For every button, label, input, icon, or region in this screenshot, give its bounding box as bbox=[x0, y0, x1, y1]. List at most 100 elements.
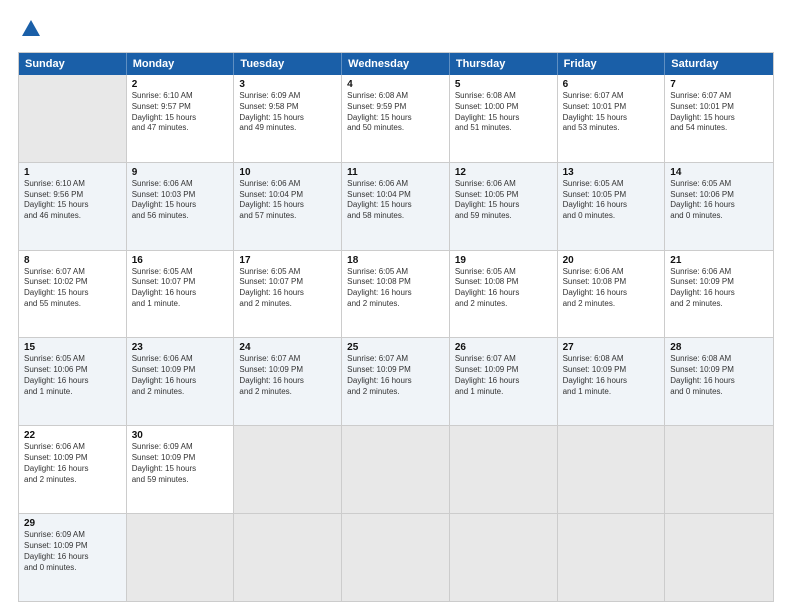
day-cell-3: 3Sunrise: 6:09 AMSunset: 9:58 PMDaylight… bbox=[234, 75, 342, 162]
calendar-week-5: 29Sunrise: 6:09 AMSunset: 10:09 PMDaylig… bbox=[19, 514, 773, 601]
day-cell-15: 15Sunrise: 6:05 AMSunset: 10:06 PMDaylig… bbox=[19, 338, 127, 425]
day-info: Sunrise: 6:09 AMSunset: 10:09 PMDaylight… bbox=[24, 530, 121, 573]
day-number: 16 bbox=[132, 255, 229, 266]
day-cell-20: 20Sunrise: 6:06 AMSunset: 10:08 PMDaylig… bbox=[558, 251, 666, 338]
calendar-week-1: 1Sunrise: 6:10 AMSunset: 9:56 PMDaylight… bbox=[19, 163, 773, 251]
day-info: Sunrise: 6:05 AMSunset: 10:05 PMDaylight… bbox=[563, 179, 660, 222]
day-cell-25: 25Sunrise: 6:07 AMSunset: 10:09 PMDaylig… bbox=[342, 338, 450, 425]
day-info: Sunrise: 6:06 AMSunset: 10:08 PMDaylight… bbox=[563, 267, 660, 310]
day-cell-23: 23Sunrise: 6:06 AMSunset: 10:09 PMDaylig… bbox=[127, 338, 235, 425]
calendar-body: 2Sunrise: 6:10 AMSunset: 9:57 PMDaylight… bbox=[19, 75, 773, 601]
empty-cell bbox=[558, 514, 666, 601]
day-info: Sunrise: 6:07 AMSunset: 10:01 PMDaylight… bbox=[563, 91, 660, 134]
empty-cell bbox=[127, 514, 235, 601]
calendar-week-4: 22Sunrise: 6:06 AMSunset: 10:09 PMDaylig… bbox=[19, 426, 773, 514]
day-number: 5 bbox=[455, 79, 552, 90]
day-number: 2 bbox=[132, 79, 229, 90]
calendar-header: SundayMondayTuesdayWednesdayThursdayFrid… bbox=[19, 53, 773, 75]
day-number: 11 bbox=[347, 167, 444, 178]
day-number: 24 bbox=[239, 342, 336, 353]
empty-cell bbox=[558, 426, 666, 513]
day-number: 23 bbox=[132, 342, 229, 353]
calendar-week-2: 8Sunrise: 6:07 AMSunset: 10:02 PMDayligh… bbox=[19, 251, 773, 339]
day-info: Sunrise: 6:05 AMSunset: 10:08 PMDaylight… bbox=[455, 267, 552, 310]
day-info: Sunrise: 6:05 AMSunset: 10:07 PMDaylight… bbox=[239, 267, 336, 310]
empty-cell bbox=[665, 426, 773, 513]
calendar-week-0: 2Sunrise: 6:10 AMSunset: 9:57 PMDaylight… bbox=[19, 75, 773, 163]
header-day-thursday: Thursday bbox=[450, 53, 558, 75]
day-cell-5: 5Sunrise: 6:08 AMSunset: 10:00 PMDayligh… bbox=[450, 75, 558, 162]
empty-cell bbox=[19, 75, 127, 162]
day-cell-29: 29Sunrise: 6:09 AMSunset: 10:09 PMDaylig… bbox=[19, 514, 127, 601]
header-day-sunday: Sunday bbox=[19, 53, 127, 75]
day-number: 30 bbox=[132, 430, 229, 441]
logo bbox=[18, 18, 42, 42]
day-cell-11: 11Sunrise: 6:06 AMSunset: 10:04 PMDaylig… bbox=[342, 163, 450, 250]
day-cell-16: 16Sunrise: 6:05 AMSunset: 10:07 PMDaylig… bbox=[127, 251, 235, 338]
day-number: 6 bbox=[563, 79, 660, 90]
empty-cell bbox=[450, 426, 558, 513]
day-number: 14 bbox=[670, 167, 768, 178]
calendar-week-3: 15Sunrise: 6:05 AMSunset: 10:06 PMDaylig… bbox=[19, 338, 773, 426]
day-number: 4 bbox=[347, 79, 444, 90]
empty-cell bbox=[342, 426, 450, 513]
day-info: Sunrise: 6:08 AMSunset: 10:09 PMDaylight… bbox=[670, 354, 768, 397]
day-cell-30: 30Sunrise: 6:09 AMSunset: 10:09 PMDaylig… bbox=[127, 426, 235, 513]
day-info: Sunrise: 6:08 AMSunset: 10:09 PMDaylight… bbox=[563, 354, 660, 397]
day-cell-13: 13Sunrise: 6:05 AMSunset: 10:05 PMDaylig… bbox=[558, 163, 666, 250]
day-info: Sunrise: 6:07 AMSunset: 10:09 PMDaylight… bbox=[239, 354, 336, 397]
day-info: Sunrise: 6:06 AMSunset: 10:04 PMDaylight… bbox=[239, 179, 336, 222]
day-info: Sunrise: 6:07 AMSunset: 10:09 PMDaylight… bbox=[347, 354, 444, 397]
day-cell-24: 24Sunrise: 6:07 AMSunset: 10:09 PMDaylig… bbox=[234, 338, 342, 425]
day-info: Sunrise: 6:10 AMSunset: 9:57 PMDaylight:… bbox=[132, 91, 229, 134]
day-info: Sunrise: 6:07 AMSunset: 10:09 PMDaylight… bbox=[455, 354, 552, 397]
day-info: Sunrise: 6:09 AMSunset: 10:09 PMDaylight… bbox=[132, 442, 229, 485]
day-cell-21: 21Sunrise: 6:06 AMSunset: 10:09 PMDaylig… bbox=[665, 251, 773, 338]
day-cell-12: 12Sunrise: 6:06 AMSunset: 10:05 PMDaylig… bbox=[450, 163, 558, 250]
day-cell-26: 26Sunrise: 6:07 AMSunset: 10:09 PMDaylig… bbox=[450, 338, 558, 425]
day-number: 15 bbox=[24, 342, 121, 353]
day-number: 1 bbox=[24, 167, 121, 178]
day-info: Sunrise: 6:07 AMSunset: 10:01 PMDaylight… bbox=[670, 91, 768, 134]
day-number: 7 bbox=[670, 79, 768, 90]
day-info: Sunrise: 6:06 AMSunset: 10:05 PMDaylight… bbox=[455, 179, 552, 222]
day-info: Sunrise: 6:06 AMSunset: 10:04 PMDaylight… bbox=[347, 179, 444, 222]
day-number: 10 bbox=[239, 167, 336, 178]
day-info: Sunrise: 6:05 AMSunset: 10:08 PMDaylight… bbox=[347, 267, 444, 310]
day-cell-1: 1Sunrise: 6:10 AMSunset: 9:56 PMDaylight… bbox=[19, 163, 127, 250]
empty-cell bbox=[234, 514, 342, 601]
day-info: Sunrise: 6:06 AMSunset: 10:09 PMDaylight… bbox=[132, 354, 229, 397]
day-number: 8 bbox=[24, 255, 121, 266]
day-info: Sunrise: 6:08 AMSunset: 9:59 PMDaylight:… bbox=[347, 91, 444, 134]
empty-cell bbox=[342, 514, 450, 601]
day-info: Sunrise: 6:05 AMSunset: 10:06 PMDaylight… bbox=[670, 179, 768, 222]
day-cell-6: 6Sunrise: 6:07 AMSunset: 10:01 PMDayligh… bbox=[558, 75, 666, 162]
day-number: 13 bbox=[563, 167, 660, 178]
header-day-saturday: Saturday bbox=[665, 53, 773, 75]
header-day-wednesday: Wednesday bbox=[342, 53, 450, 75]
day-info: Sunrise: 6:09 AMSunset: 9:58 PMDaylight:… bbox=[239, 91, 336, 134]
day-info: Sunrise: 6:06 AMSunset: 10:09 PMDaylight… bbox=[24, 442, 121, 485]
day-cell-28: 28Sunrise: 6:08 AMSunset: 10:09 PMDaylig… bbox=[665, 338, 773, 425]
day-number: 20 bbox=[563, 255, 660, 266]
header-day-friday: Friday bbox=[558, 53, 666, 75]
day-info: Sunrise: 6:06 AMSunset: 10:03 PMDaylight… bbox=[132, 179, 229, 222]
header bbox=[18, 18, 774, 42]
day-cell-14: 14Sunrise: 6:05 AMSunset: 10:06 PMDaylig… bbox=[665, 163, 773, 250]
day-number: 19 bbox=[455, 255, 552, 266]
empty-cell bbox=[234, 426, 342, 513]
day-number: 3 bbox=[239, 79, 336, 90]
calendar: SundayMondayTuesdayWednesdayThursdayFrid… bbox=[18, 52, 774, 602]
day-number: 9 bbox=[132, 167, 229, 178]
day-info: Sunrise: 6:06 AMSunset: 10:09 PMDaylight… bbox=[670, 267, 768, 310]
day-info: Sunrise: 6:07 AMSunset: 10:02 PMDaylight… bbox=[24, 267, 121, 310]
day-number: 18 bbox=[347, 255, 444, 266]
day-number: 22 bbox=[24, 430, 121, 441]
empty-cell bbox=[665, 514, 773, 601]
day-info: Sunrise: 6:05 AMSunset: 10:07 PMDaylight… bbox=[132, 267, 229, 310]
empty-cell bbox=[450, 514, 558, 601]
day-number: 28 bbox=[670, 342, 768, 353]
day-info: Sunrise: 6:10 AMSunset: 9:56 PMDaylight:… bbox=[24, 179, 121, 222]
day-info: Sunrise: 6:05 AMSunset: 10:06 PMDaylight… bbox=[24, 354, 121, 397]
day-info: Sunrise: 6:08 AMSunset: 10:00 PMDaylight… bbox=[455, 91, 552, 134]
